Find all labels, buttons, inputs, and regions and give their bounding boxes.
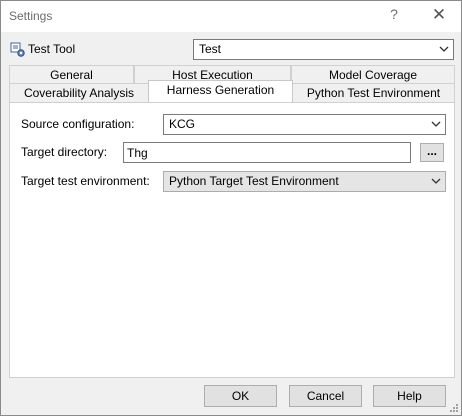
settings-dialog: Settings ? ✕ Test Tool Test General Host… [0,0,462,416]
tab-label: Harness Generation [166,83,275,97]
tab-model-coverage[interactable]: Model Coverage [291,65,455,84]
tab-coverability-analysis[interactable]: Coverability Analysis [9,83,149,103]
ok-button[interactable]: OK [204,385,277,407]
target-directory-label: Target directory: [21,145,108,159]
chevron-down-icon [439,46,449,52]
target-test-environment-select[interactable]: Python Target Test Environment [163,171,446,192]
source-configuration-label: Source configuration: [21,117,135,131]
gear-tool-icon [10,42,25,57]
test-tool-select[interactable]: Test [193,39,454,60]
tab-label: General [50,68,93,82]
tab-python-test-environment[interactable]: Python Test Environment [292,83,455,103]
window-title: Settings [9,9,53,23]
source-configuration-value: KCG [169,117,196,131]
resize-grip-icon[interactable] [449,403,459,413]
help-icon[interactable]: ? [381,6,407,26]
target-test-environment-label: Target test environment: [21,174,150,188]
help-button[interactable]: Help [373,385,446,407]
test-tool-label: Test Tool [28,42,76,56]
close-icon[interactable]: ✕ [424,5,454,27]
cancel-button[interactable]: Cancel [289,385,362,407]
chevron-down-icon [431,121,441,127]
tab-label: Python Test Environment [306,86,441,100]
harness-generation-panel: Source configuration: KCG Target directo… [9,102,455,378]
tab-label: Coverability Analysis [23,86,135,100]
target-directory-field[interactable]: Thg [123,142,411,163]
target-test-environment-value: Python Target Test Environment [169,174,339,188]
browse-directory-button[interactable]: ... [420,143,444,162]
source-configuration-select[interactable]: KCG [163,114,446,135]
tab-general[interactable]: General [9,65,134,84]
tab-label: Model Coverage [328,68,418,82]
test-tool-value: Test [199,42,222,56]
title-bar: Settings ? ✕ [1,1,461,32]
tab-harness-generation[interactable]: Harness Generation [148,80,293,102]
chevron-down-icon [431,178,441,184]
target-directory-value: Thg [127,146,148,160]
